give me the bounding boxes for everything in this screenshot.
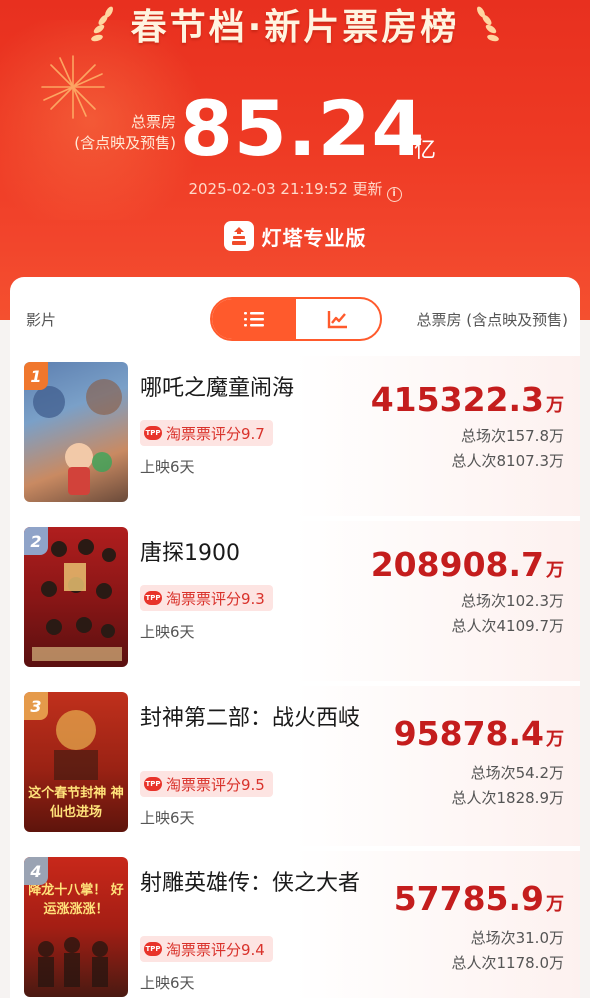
chart-icon — [327, 311, 347, 329]
brand-name: 灯塔专业版 — [261, 225, 367, 250]
days-released: 上映6天 — [140, 623, 195, 641]
rating-text: 淘票票评分9.7 — [166, 424, 265, 443]
box-office-value: 57785.9 万 — [393, 879, 564, 918]
movie-title[interactable]: 唐探1900 — [140, 537, 380, 571]
brand: 灯塔专业版 — [0, 221, 590, 251]
box-office-value: 415322.3 万 — [370, 380, 564, 419]
title-group: 春节档·新片票房榜 — [0, 2, 590, 48]
movie-row-3[interactable]: 3 这个春节封神 神仙也进场 封神第二部：战火西岐 TPP 淘票票评分9.5 上… — [10, 686, 580, 846]
movie-poster[interactable]: 2 — [24, 527, 128, 667]
total-value: 85.24 — [180, 84, 426, 173]
view-toggle — [210, 297, 382, 341]
rank-badge: 4 — [24, 857, 48, 885]
total-shows: 总场次31.0万 — [470, 929, 564, 947]
list-view-button[interactable] — [212, 299, 296, 339]
taopiaopiao-logo-icon: TPP — [144, 591, 162, 605]
movie-poster[interactable]: 1 — [24, 362, 128, 502]
movie-row-2[interactable]: 2 唐探1900 TPP 淘票票评分9.3 上映6天 208908.7 万 总场次… — [10, 521, 580, 681]
total-admissions: 总人次1178.0万 — [451, 954, 565, 972]
movie-title[interactable]: 射雕英雄传：侠之大者 — [140, 867, 380, 901]
total-box-office: 总票房 (含点映及预售) 85.24 亿 — [0, 84, 590, 178]
column-header-movie: 影片 — [26, 311, 57, 329]
total-shows: 总场次157.8万 — [461, 427, 564, 445]
column-header-box-office: 总票房 (含点映及预售) — [416, 311, 568, 329]
rank-badge: 3 — [24, 692, 48, 720]
rating-text: 淘票票评分9.5 — [166, 775, 265, 794]
total-admissions: 总人次8107.3万 — [451, 452, 565, 470]
rating-text: 淘票票评分9.3 — [166, 589, 265, 608]
rating-badge: TPP 淘票票评分9.5 — [140, 771, 273, 797]
page-title: 春节档·新片票房榜 — [130, 7, 460, 48]
days-released: 上映6天 — [140, 809, 195, 827]
update-time-row[interactable]: 2025-02-03 21:19:52 更新 i — [0, 178, 590, 202]
update-time: 2025-02-03 21:19:52 更新 — [188, 180, 383, 198]
poster-slogan: 这个春节封神 神仙也进场 — [28, 786, 124, 820]
list-icon — [244, 312, 264, 327]
total-admissions: 总人次1828.9万 — [451, 789, 565, 807]
laurel-left-icon — [90, 6, 113, 42]
total-shows: 总场次102.3万 — [461, 592, 564, 610]
taopiaopiao-logo-icon: TPP — [144, 942, 162, 956]
movie-poster[interactable]: 4 降龙十八掌！ 好运涨涨涨！ — [24, 857, 128, 997]
total-label: 总票房 (含点映及预售) — [74, 113, 176, 152]
laurel-right-icon — [477, 6, 500, 42]
movie-title[interactable]: 哪吒之魔童闹海 — [140, 372, 380, 406]
total-shows: 总场次54.2万 — [470, 764, 564, 782]
total-admissions: 总人次4109.7万 — [451, 617, 565, 635]
taopiaopiao-logo-icon: TPP — [144, 777, 162, 791]
dengta-logo-icon — [223, 221, 254, 251]
ranking-card: 影片 总票房 (含点映及预售) 1 哪吒之魔童闹海 TPP 淘票票评分9.7 上… — [10, 277, 580, 998]
rating-badge: TPP 淘票票评分9.3 — [140, 585, 273, 611]
total-unit: 亿 — [414, 138, 437, 163]
box-office-value: 208908.7 万 — [370, 545, 564, 584]
days-released: 上映6天 — [140, 974, 195, 992]
movie-row-4[interactable]: 4 降龙十八掌！ 好运涨涨涨！ 射雕英雄传：侠之大者 TPP 淘票票评分9.4 … — [10, 851, 580, 998]
taopiaopiao-logo-icon: TPP — [144, 426, 162, 440]
movie-title[interactable]: 封神第二部：战火西岐 — [140, 702, 380, 736]
chart-view-button[interactable] — [296, 299, 380, 339]
rank-badge: 2 — [24, 527, 48, 555]
box-office-value: 95878.4 万 — [393, 714, 564, 753]
rating-badge: TPP 淘票票评分9.4 — [140, 936, 273, 962]
rank-badge: 1 — [24, 362, 48, 390]
movie-poster[interactable]: 3 这个春节封神 神仙也进场 — [24, 692, 128, 832]
rating-badge: TPP 淘票票评分9.7 — [140, 420, 273, 446]
info-icon[interactable]: i — [386, 187, 402, 202]
header-banner: 春节档·新片票房榜 总票房 (含点映及预售) 85.24 亿 2025-02-0… — [0, 0, 590, 320]
movie-row-1[interactable]: 1 哪吒之魔童闹海 TPP 淘票票评分9.7 上映6天 415322.3 万 总场… — [10, 356, 580, 516]
days-released: 上映6天 — [140, 458, 195, 476]
rating-text: 淘票票评分9.4 — [166, 940, 265, 959]
